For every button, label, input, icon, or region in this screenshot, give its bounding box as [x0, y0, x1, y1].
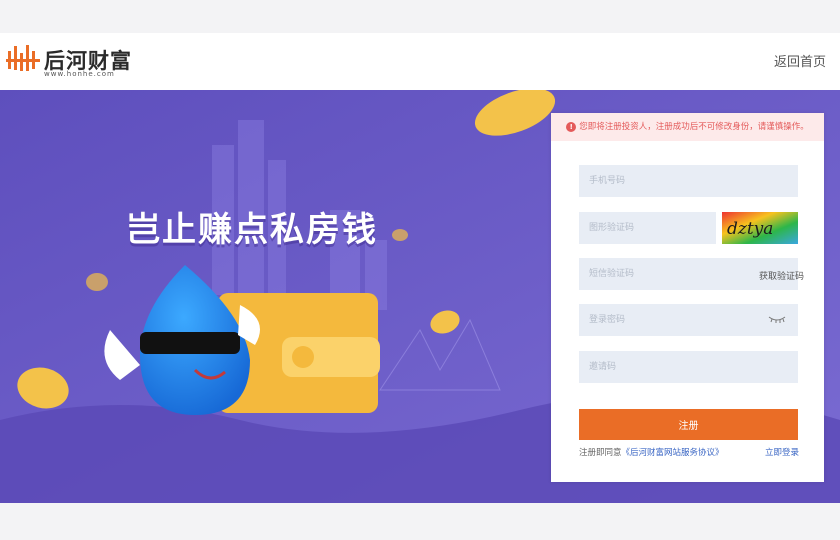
- top-strip: [0, 0, 840, 33]
- logo-mark-icon: [6, 45, 40, 71]
- password-input[interactable]: [579, 304, 798, 336]
- register-button[interactable]: 注册: [579, 409, 798, 440]
- agreement-line: 注册即同意《后河财富网站服务协议》: [579, 446, 724, 458]
- slogan: 岂止赚点私房钱: [126, 210, 378, 250]
- login-link[interactable]: 立即登录: [765, 446, 799, 458]
- captcha-image[interactable]: dztya: [722, 212, 798, 244]
- invite-code-input[interactable]: [579, 351, 798, 383]
- phone-input[interactable]: [579, 165, 798, 197]
- notice-banner: ! 您即将注册投资人，注册成功后不可修改身份，请谨慎操作。: [551, 113, 824, 141]
- captcha-input[interactable]: [579, 212, 716, 244]
- logo-url: www.honhe.com: [44, 70, 115, 78]
- alert-icon: !: [566, 121, 577, 132]
- notice-text: 您即将注册投资人，注册成功后不可修改身份，请谨慎操作。: [579, 122, 809, 132]
- agreement-prefix: 注册即同意: [579, 448, 622, 458]
- home-link[interactable]: 返回首页: [774, 51, 826, 70]
- get-sms-code-button[interactable]: 获取验证码: [759, 269, 804, 282]
- site-header: 后河财富 www.honhe.com 返回首页: [0, 33, 840, 90]
- agreement-link[interactable]: 《后河财富网站服务协议》: [622, 448, 724, 458]
- eye-closed-icon[interactable]: [768, 314, 786, 324]
- captcha-text: dztya: [727, 219, 773, 239]
- site-logo[interactable]: 后河财富 www.honhe.com: [6, 43, 136, 79]
